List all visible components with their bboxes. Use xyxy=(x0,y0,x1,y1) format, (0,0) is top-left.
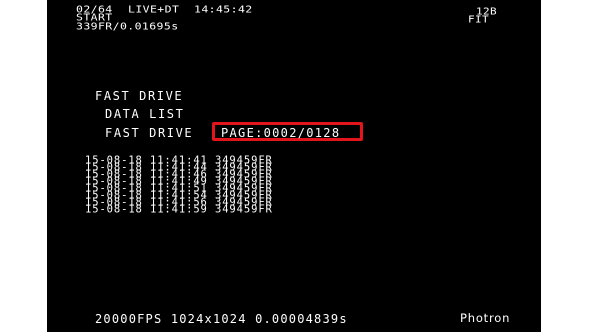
recorded-frames: 339FR/0.01695s xyxy=(76,20,179,33)
menu-section[interactable]: FAST DRIVE xyxy=(105,127,193,139)
monitor-screen: 02/64 LIVE+DT 14:45:42 START 339FR/0.016… xyxy=(47,0,541,332)
fit-indicator: FIT xyxy=(468,14,490,26)
menu-title: FAST DRIVE xyxy=(95,89,184,103)
brand-logo: Photron xyxy=(460,311,511,325)
menu-subtitle: DATA LIST xyxy=(105,107,185,121)
list-item[interactable]: 15-08-18 11:41:59 349459FR xyxy=(85,204,273,215)
mode-indicator: LIVE+DT xyxy=(128,3,180,16)
page-indicator: PAGE:0002/0128 xyxy=(221,126,341,140)
recording-info: 20000FPS 1024x1024 0.00004839s xyxy=(95,312,348,326)
page-indicator-highlight: PAGE:0002/0128 xyxy=(212,122,363,141)
data-list: 15-08-18 11:41:41 349459FR 15-08-18 11:4… xyxy=(85,155,273,215)
clock: 14:45:42 xyxy=(194,3,253,16)
